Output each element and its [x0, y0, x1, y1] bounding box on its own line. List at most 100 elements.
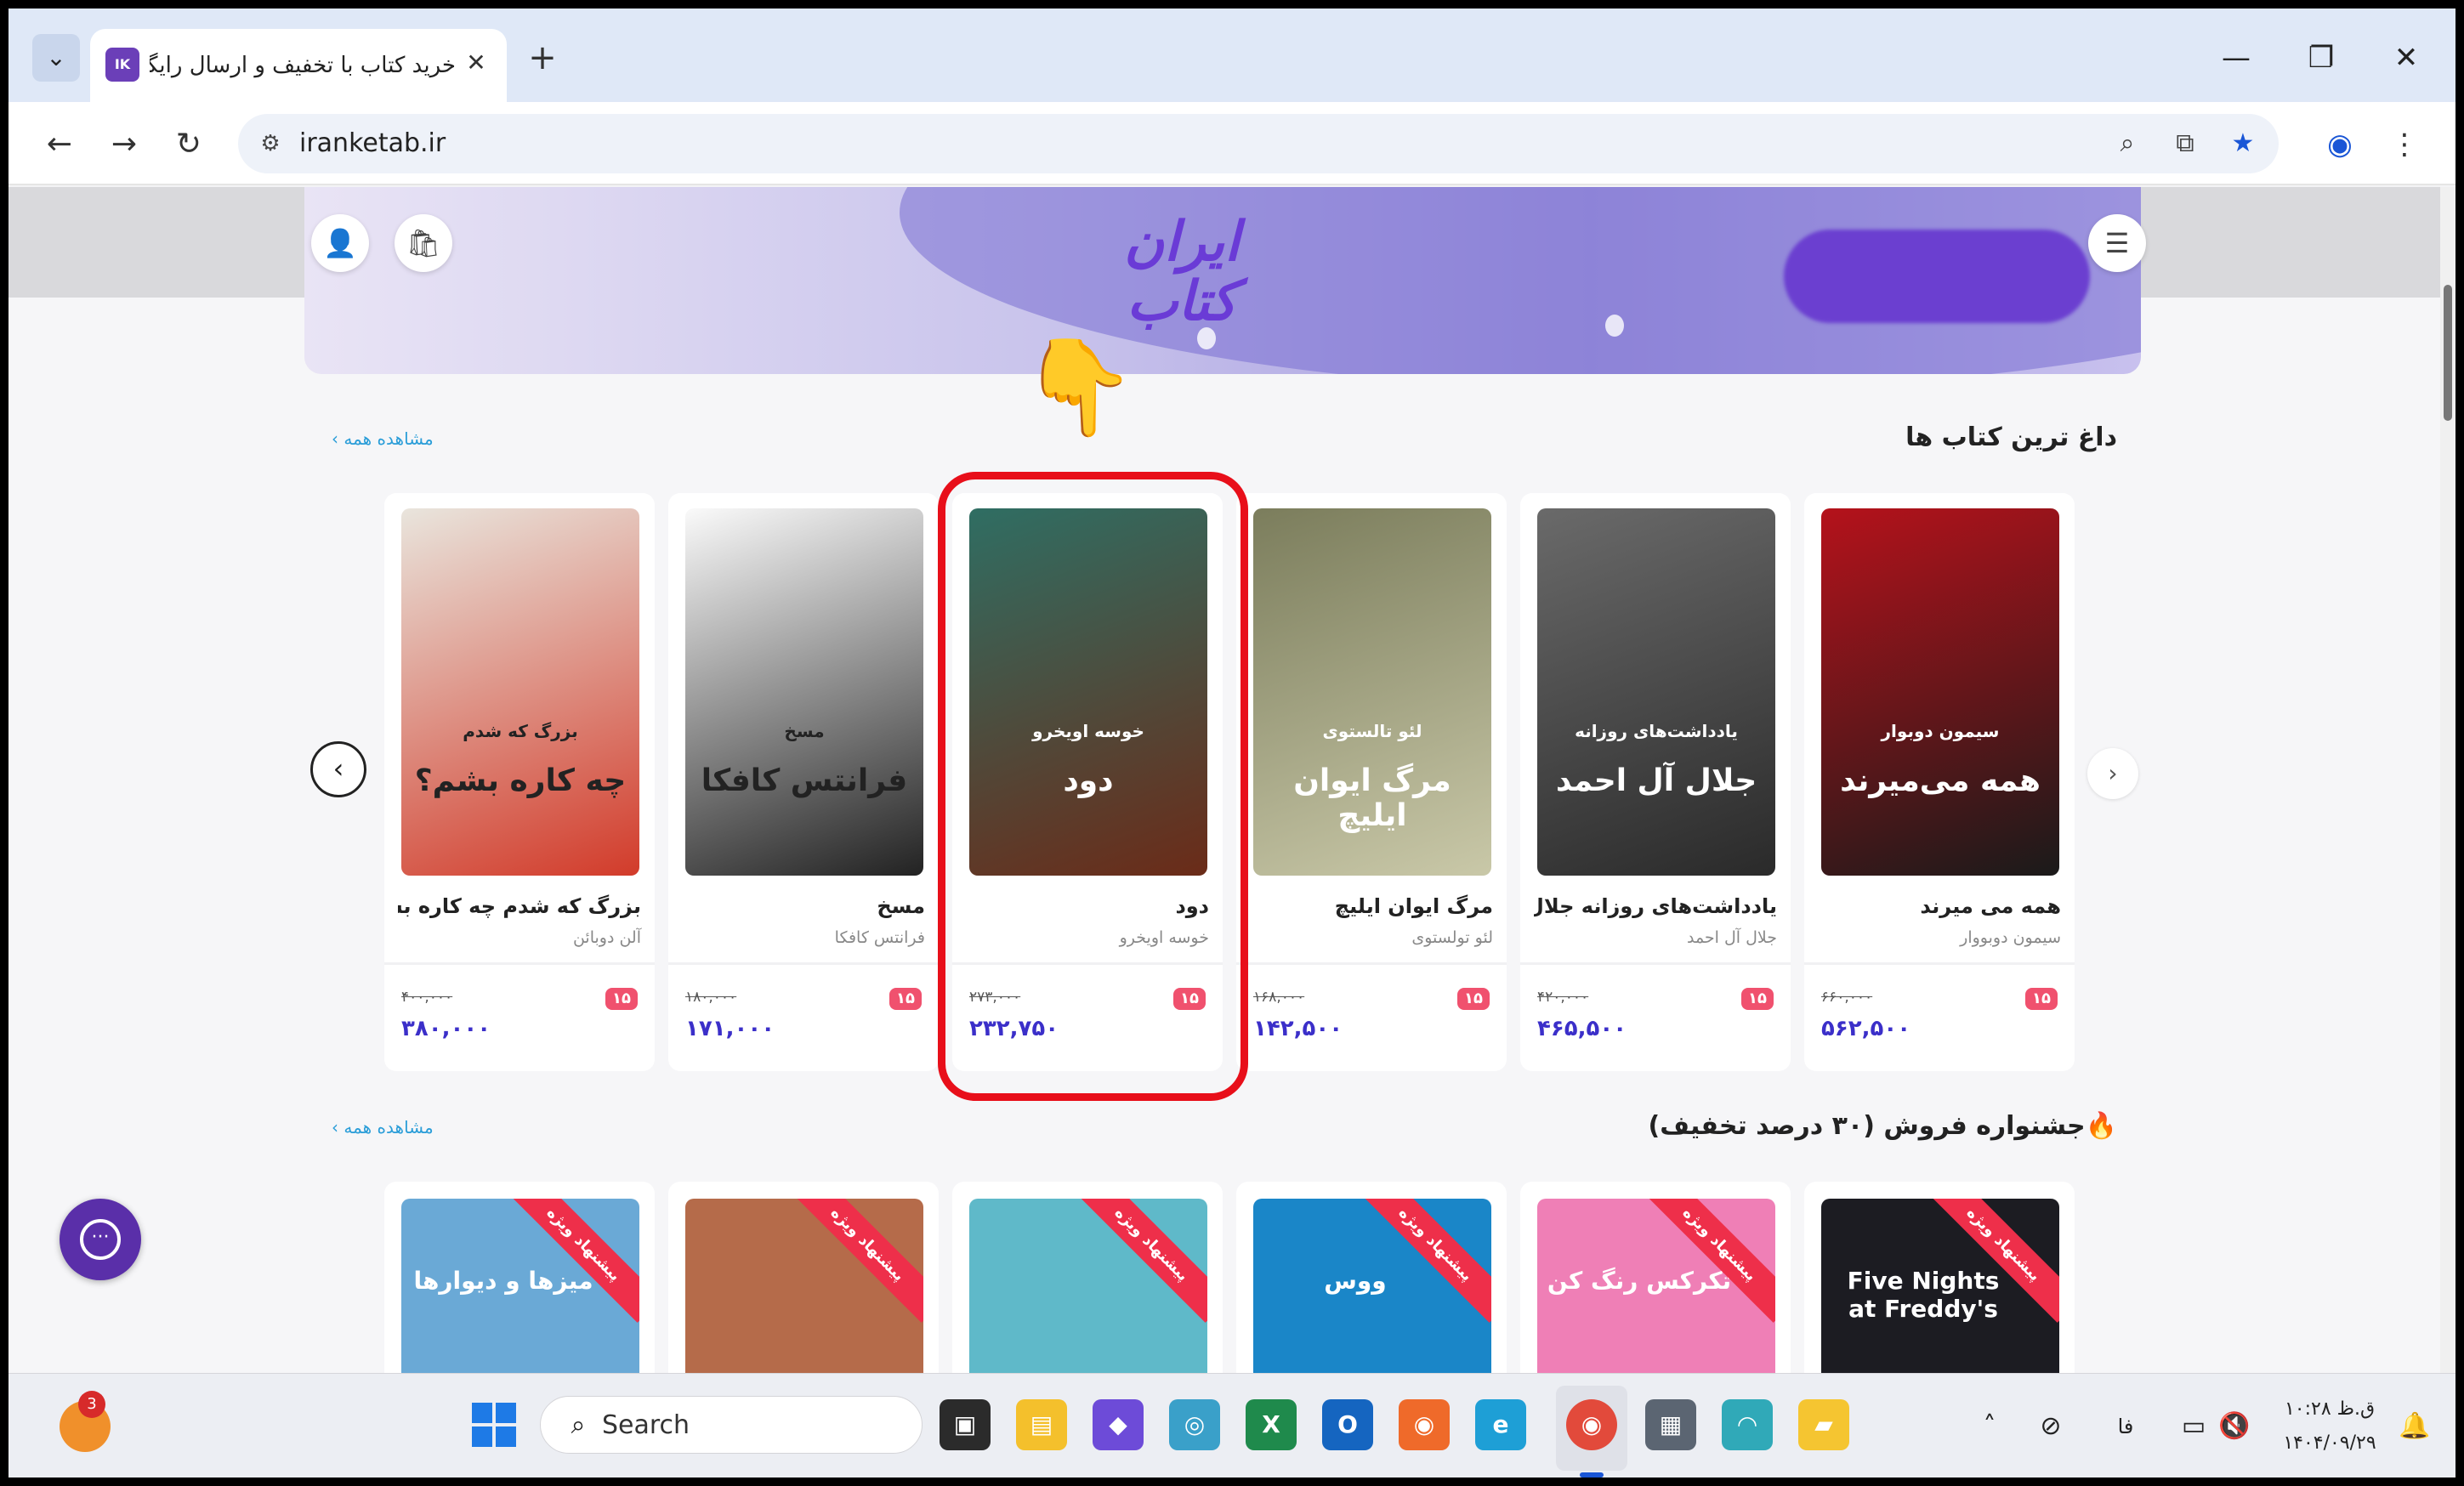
microsoft-365-icon[interactable]: ◆ — [1093, 1399, 1144, 1450]
active-tab[interactable]: IK خرید کتاب با تخفیف و ارسال رایگان ✕ — [90, 29, 507, 102]
book-card[interactable]: یادداشت‌های روزانه جلال آل احمد یادداشت‌ها… — [1520, 493, 1791, 1071]
price-divider — [1520, 962, 1791, 965]
search-icon: ⌕ — [571, 1410, 586, 1440]
reload-icon[interactable]: ↻ — [165, 121, 213, 168]
book-card[interactable]: مسخ فرانتس کافکا مسخ فرانتس کافکا ۱۵ ۱۸۰,۰۰۰ ۱… — [668, 493, 939, 1071]
book-cover-image[interactable]: تکرکس رنگ کن پیشنهاد ویژه — [1537, 1199, 1775, 1373]
chat-support-button[interactable]: ··· — [60, 1199, 141, 1280]
network-off-icon[interactable]: ⊘ — [2032, 1408, 2069, 1445]
site-info-icon[interactable]: ⚙ — [253, 127, 287, 161]
restore-icon[interactable]: ❐ — [2296, 32, 2347, 83]
carousel-prev-chevron-icon[interactable]: ‹ — [310, 741, 366, 797]
festival-book-card[interactable]: میزها و دیوارها پیشنهاد ویژه — [384, 1182, 655, 1373]
tray-overflow-chevron-icon[interactable]: ˄ — [1973, 1408, 2007, 1445]
special-offer-ribbon: پیشنهاد ویژه — [1357, 1199, 1491, 1323]
festival-book-card[interactable]: تکرکس رنگ کن پیشنهاد ویژه — [1520, 1182, 1791, 1373]
task-view-icon[interactable]: ▣ — [940, 1399, 991, 1450]
zoom-icon[interactable]: ⌕ — [2109, 125, 2146, 162]
festival-book-card[interactable]: پیشنهاد ویژه — [668, 1182, 939, 1373]
festival-book-card[interactable]: پیشنهاد ویژه — [952, 1182, 1223, 1373]
book-cover-image[interactable]: پیشنهاد ویژه — [685, 1199, 923, 1373]
book-title[interactable]: مسخ — [682, 889, 925, 923]
file-explorer-icon[interactable]: ▤ — [1016, 1399, 1067, 1450]
book-title[interactable]: همه می میرند — [1818, 889, 2061, 923]
book-title[interactable]: مرگ ایوان ایلیچ — [1250, 889, 1493, 923]
new-tab-button[interactable]: + — [519, 34, 566, 82]
cover-text: یادداشت‌های روزانه — [1575, 721, 1738, 741]
festival-book-card[interactable]: Five Nights at Freddy's پیشنهاد ویژه — [1804, 1182, 2075, 1373]
see-all-festival-link[interactable]: مشاهده همه › — [332, 1110, 434, 1144]
book-card[interactable]: بزرگ که شدم چه کاره بشم؟ بزرگ که شدم چه کا… — [384, 493, 655, 1071]
back-arrow-icon[interactable]: ← — [36, 121, 83, 168]
banner-dot — [1605, 315, 1624, 337]
book-cover-image[interactable]: یادداشت‌های روزانه جلال آل احمد — [1537, 508, 1775, 876]
clock-date[interactable]: ۱۴۰۴/۰۹/۲۹ — [2270, 1426, 2389, 1460]
book-card[interactable]: لئو تالستوی مرگ ایوان ایلیچ مرگ ایوان ایلی… — [1236, 493, 1507, 1071]
book-cover-image[interactable]: Five Nights at Freddy's پیشنهاد ویژه — [1821, 1199, 2059, 1373]
firefox-icon[interactable]: ◉ — [1399, 1399, 1450, 1450]
screenshot-frame: ⌄ IK خرید کتاب با تخفیف و ارسال رایگان ✕… — [0, 0, 2464, 1486]
tab-search-chevron-icon[interactable]: ⌄ — [32, 34, 80, 82]
site-logo[interactable]: ایران کتاب — [1063, 213, 1301, 332]
book-cover-image[interactable]: بزرگ که شدم چه کاره بشم؟ — [401, 508, 639, 876]
price-divider — [384, 962, 655, 965]
hamburger-menu-icon[interactable]: ☰ — [2088, 214, 2146, 272]
cover-text: Five Nights at Freddy's — [1847, 1267, 2000, 1323]
taskbar-search-box[interactable]: ⌕ Search — [540, 1396, 923, 1454]
cover-text: سیمون دوبوار — [1881, 721, 2000, 741]
book-title[interactable]: بزرگ که شدم چه کاره بشم؟ — [398, 889, 641, 923]
book-cover-image[interactable]: سیمون دوبوار همه می‌میرند — [1821, 508, 2059, 876]
carousel-next-chevron-icon[interactable]: › — [2087, 748, 2138, 799]
book-author: جلال آل احمد — [1686, 928, 1777, 947]
shopping-bag-icon[interactable]: 🛍 — [395, 214, 452, 272]
window-close-icon[interactable]: ✕ — [2381, 32, 2432, 83]
calculator-icon[interactable]: ▦ — [1645, 1399, 1696, 1450]
book-cover-image[interactable]: لئو تالستوی مرگ ایوان ایلیچ — [1253, 508, 1491, 876]
maps-app-icon[interactable]: ◎ — [1169, 1399, 1220, 1450]
special-offer-ribbon: پیشنهاد ویژه — [1641, 1199, 1775, 1323]
address-bar[interactable]: ⚙ iranketab.ir ⌕ ⧉ ★ — [238, 114, 2279, 173]
user-account-icon[interactable]: 👤 — [311, 214, 369, 272]
page-scrollbar[interactable] — [2440, 187, 2455, 1373]
chrome-icon[interactable]: ◉ — [1566, 1399, 1617, 1450]
special-offer-ribbon: پیشنهاد ویژه — [1073, 1199, 1207, 1323]
more-menu-icon[interactable]: ⋮ — [2381, 121, 2428, 168]
browser-toolbar: ← → ↻ ⚙ iranketab.ir ⌕ ⧉ ★ ◉ ⋮ — [9, 102, 2455, 185]
book-cover-image[interactable]: میزها و دیوارها پیشنهاد ویژه — [401, 1199, 639, 1373]
display-icon[interactable]: ▭ — [2175, 1408, 2212, 1445]
book-title[interactable]: یادداشت‌های روزانه جلال آل ا... — [1534, 889, 1777, 923]
pointing-hand-icon: 👇 — [1020, 332, 1137, 441]
book-cover-image[interactable]: مسخ فرانتس کافکا — [685, 508, 923, 876]
cover-text: بزرگ که شدم — [463, 721, 578, 741]
install-app-icon[interactable]: ⧉ — [2166, 125, 2204, 162]
url-text[interactable]: iranketab.ir — [299, 125, 446, 162]
remote-app-icon[interactable]: ◠ — [1722, 1399, 1773, 1450]
notification-bell-icon[interactable]: 🔔 — [2398, 1408, 2432, 1445]
profile-icon[interactable]: ◉ — [2316, 121, 2364, 168]
new-price: ۱۷۱,۰۰۰ — [685, 1016, 775, 1041]
windows-start-icon[interactable] — [472, 1403, 516, 1447]
excel-icon[interactable]: X — [1246, 1399, 1297, 1450]
tab-close-icon[interactable]: ✕ — [459, 46, 493, 80]
edge-icon[interactable]: e — [1475, 1399, 1526, 1450]
sticky-notes-icon[interactable]: ▰ — [1798, 1399, 1849, 1450]
scrollbar-thumb[interactable] — [2444, 285, 2452, 421]
new-price: ۴۶۵,۵۰۰ — [1537, 1016, 1627, 1041]
input-language[interactable]: فا — [2100, 1408, 2151, 1445]
cover-text: میزها و دیوارها — [413, 1267, 593, 1295]
see-all-hot-books-link[interactable]: مشاهده همه › — [332, 422, 434, 456]
section-title-festival: 🔥جشنواره فروش (۳۰ درصد تخفیف) — [1648, 1111, 2117, 1141]
book-cover-image[interactable]: ووس پیشنهاد ویژه — [1253, 1199, 1491, 1373]
cover-text: چه کاره بشم؟ — [414, 763, 627, 798]
forward-arrow-icon[interactable]: → — [100, 121, 148, 168]
book-card[interactable]: سیمون دوبوار همه می‌میرند همه می میرند سیمو… — [1804, 493, 2075, 1071]
special-offer-ribbon: پیشنهاد ویژه — [789, 1199, 923, 1323]
volume-muted-icon[interactable]: 🔇 — [2216, 1408, 2253, 1445]
outlook-icon[interactable]: O — [1322, 1399, 1373, 1450]
bookmark-star-icon[interactable]: ★ — [2224, 125, 2262, 162]
festival-book-card[interactable]: ووس پیشنهاد ویژه — [1236, 1182, 1507, 1373]
clock-time[interactable]: ۱۰:۲۸ ق.ظ — [2270, 1392, 2389, 1426]
old-price: ۱۶۸,۰۰۰ — [1253, 989, 1305, 1006]
minimize-icon[interactable]: — — [2211, 32, 2262, 83]
book-cover-image[interactable]: پیشنهاد ویژه — [969, 1199, 1207, 1373]
